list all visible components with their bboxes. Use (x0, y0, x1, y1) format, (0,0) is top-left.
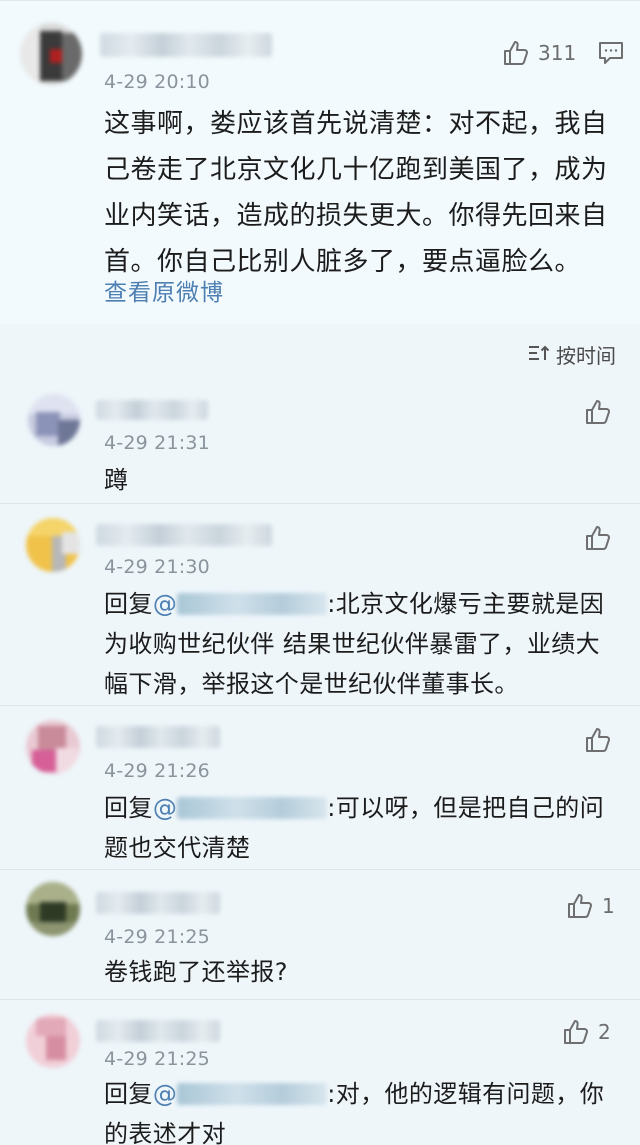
mention-name[interactable] (177, 797, 328, 819)
post-content: 这事啊，娄应该首先说清楚：对不起，我自己卷走了北京文化几十亿跑到美国了，成为业内… (104, 109, 608, 277)
mention-name[interactable] (177, 593, 328, 615)
reply-prefix: 回复 (104, 1080, 153, 1108)
mention-name[interactable] (177, 1083, 328, 1105)
thumbs-up-icon[interactable] (584, 524, 612, 556)
reply-prefix: 回复 (104, 794, 153, 822)
thumbs-up-icon (566, 892, 594, 920)
like-count: 311 (538, 41, 577, 65)
like-button[interactable]: 2 (562, 1018, 611, 1046)
comment-text: 回复@:对，他的逻辑有问题，你的表述才对 (104, 1074, 614, 1145)
comment-time: 4-29 21:25 (104, 926, 210, 948)
comment-text: 卷钱跑了还举报? (104, 958, 288, 986)
thumbs-up-icon[interactable] (584, 398, 612, 430)
comment-text: 回复@:可以呀，但是把自己的问题也交代清楚 (104, 788, 614, 868)
view-original-link[interactable]: 查看原微博 (104, 273, 224, 307)
like-count: 1 (602, 894, 615, 918)
mention-link[interactable]: @ (153, 590, 177, 618)
weibo-comment-page: 4-29 20:10 311 这事啊，娄应该首先说清楚：对不起，我自己卷走了北京… (0, 0, 640, 1145)
sort-label: 按时间 (556, 344, 616, 368)
thumbs-up-icon (502, 39, 530, 67)
thumbs-up-icon (562, 1018, 590, 1046)
commenter-name[interactable] (96, 400, 208, 420)
commenter-name[interactable] (96, 892, 220, 914)
comment-time: 4-29 21:30 (104, 556, 210, 578)
comment-time: 4-29 21:31 (104, 432, 210, 454)
comment-item: 4-29 21:31 蹲 (0, 380, 640, 504)
commenter-name[interactable] (96, 524, 272, 546)
comment-text: 蹲 (104, 466, 129, 494)
avatar[interactable] (26, 1014, 80, 1068)
avatar[interactable] (20, 23, 82, 85)
comment-text: 回复@:北京文化爆亏主要就是因为收购世纪伙伴 结果世纪伙伴暴雷了，业绩大幅下滑，… (104, 584, 614, 704)
sort-toggle[interactable]: 按时间 (528, 340, 616, 369)
comment-time: 4-29 21:25 (104, 1048, 210, 1070)
sort-icon (528, 344, 550, 366)
thumbs-up-icon[interactable] (584, 726, 612, 758)
avatar[interactable] (28, 394, 80, 446)
commenter-name[interactable] (96, 1020, 220, 1042)
comment-item: 4-29 21:30 回复@:北京文化爆亏主要就是因为收购世纪伙伴 结果世纪伙伴… (0, 504, 640, 706)
mention-link[interactable]: @ (153, 794, 177, 822)
avatar[interactable] (26, 518, 80, 572)
avatar[interactable] (26, 882, 80, 936)
comment-item: 4-29 21:25 2 回复@:对，他的逻辑有问题，你的表述才对 (0, 1000, 640, 1145)
avatar[interactable] (26, 720, 80, 774)
username[interactable] (100, 33, 272, 57)
message-icon[interactable] (598, 41, 624, 69)
comment-time: 4-29 21:26 (104, 760, 210, 782)
post-time: 4-29 20:10 (104, 71, 210, 93)
commenter-name[interactable] (96, 726, 220, 748)
comment-item: 4-29 21:26 回复@:可以呀，但是把自己的问题也交代清楚 (0, 706, 640, 870)
comment-item: 4-29 21:25 1 卷钱跑了还举报? (0, 870, 640, 1000)
like-button[interactable]: 311 (502, 39, 576, 67)
reply-prefix: 回复 (104, 590, 153, 618)
like-button[interactable]: 1 (566, 892, 615, 920)
main-post: 4-29 20:10 311 这事啊，娄应该首先说清楚：对不起，我自己卷走了北京… (0, 0, 640, 324)
mention-link[interactable]: @ (153, 1080, 177, 1108)
like-count: 2 (598, 1020, 611, 1044)
